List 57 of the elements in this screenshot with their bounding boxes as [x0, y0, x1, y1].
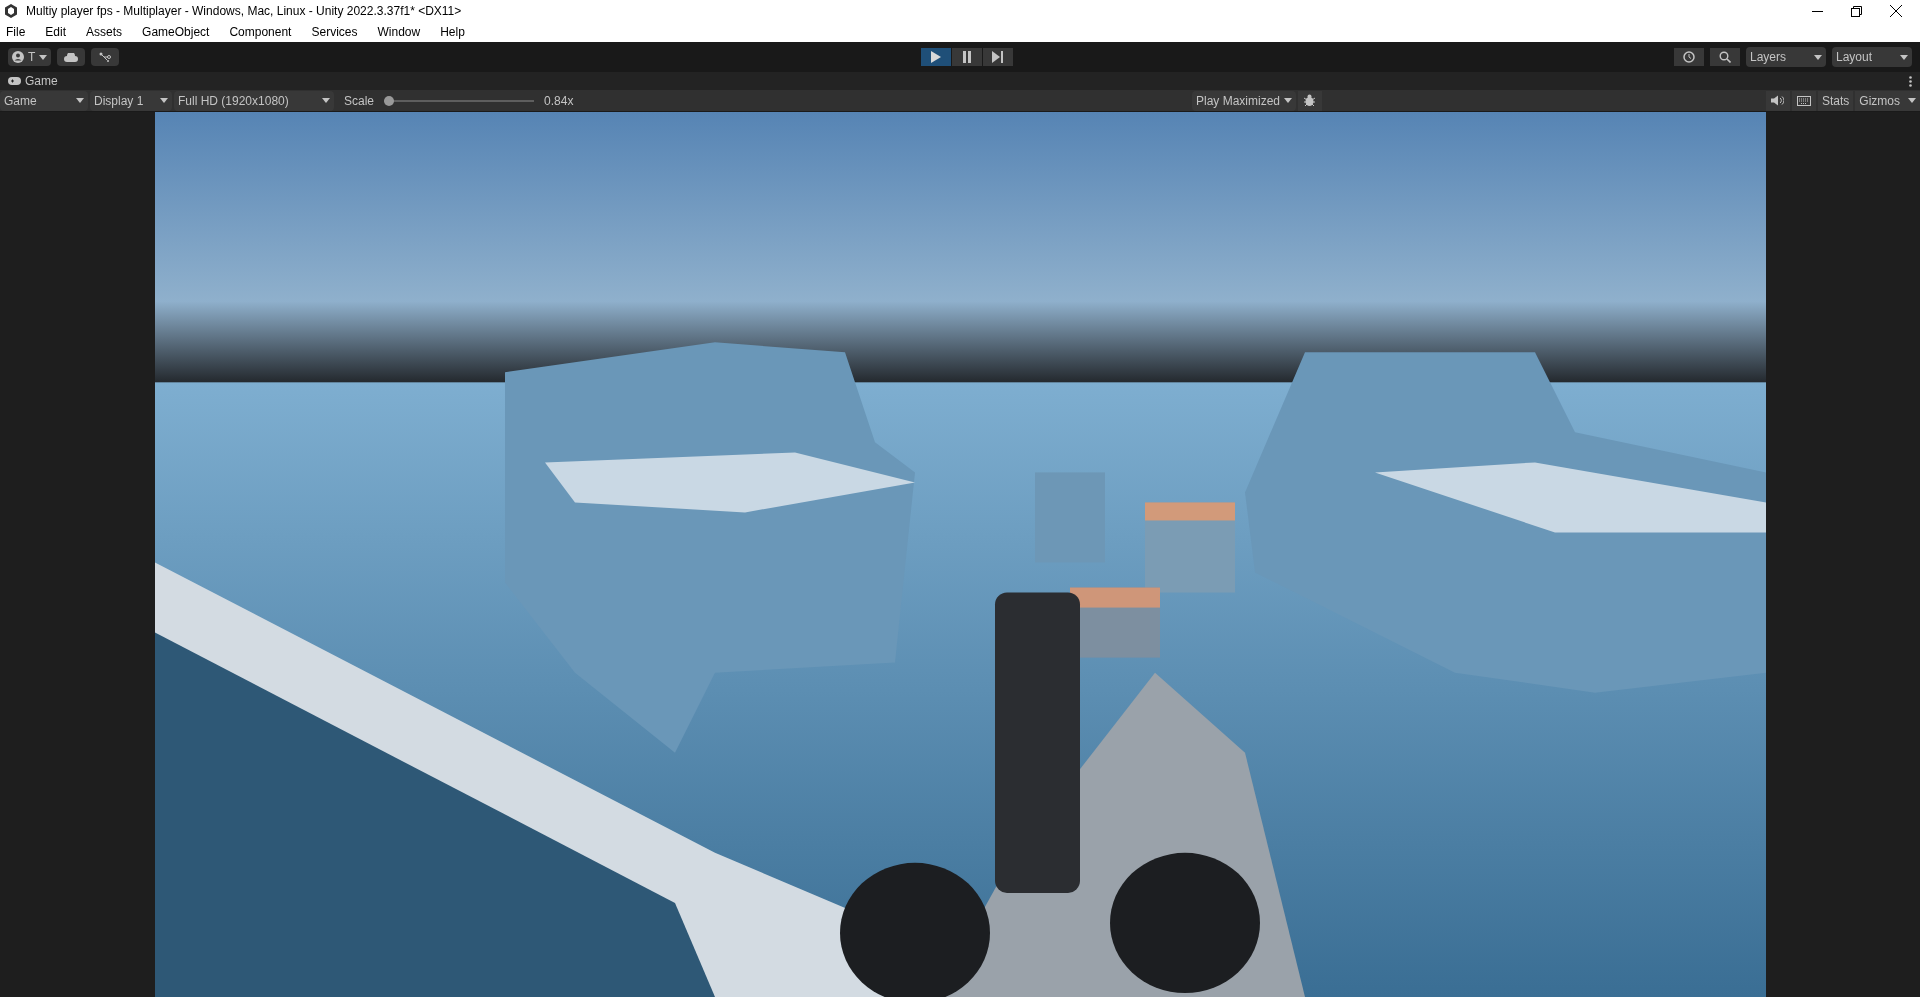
menu-item[interactable]: Services: [308, 23, 361, 41]
menu-item[interactable]: File: [3, 23, 29, 41]
gamepad-icon: [8, 77, 21, 85]
step-icon: [992, 51, 1004, 63]
search-button[interactable]: [1710, 48, 1740, 66]
layout-dropdown[interactable]: Layout: [1832, 47, 1912, 67]
keyboard-button[interactable]: [1791, 90, 1816, 111]
caret-icon: [76, 98, 84, 103]
play-icon: [931, 51, 941, 63]
window-title: Multiy player fps - Multiplayer - Windows, Mac, Linux - Unity 2022.3.37f1* <DX11>: [26, 3, 462, 20]
step-button[interactable]: [983, 48, 1013, 66]
scale-value: 0.84x: [544, 92, 574, 110]
menu-item[interactable]: GameObject: [139, 23, 213, 41]
caret-icon: [160, 98, 168, 103]
account-button[interactable]: T: [8, 48, 52, 66]
history-button[interactable]: [1674, 48, 1704, 66]
layers-dropdown[interactable]: Layers: [1746, 47, 1826, 67]
caret-icon: [1814, 54, 1822, 60]
more-options-icon[interactable]: [1909, 75, 1912, 87]
menu-item[interactable]: Edit: [42, 23, 70, 41]
caret-icon: [1283, 98, 1292, 103]
pause-button[interactable]: [952, 48, 982, 66]
caret-icon: [1908, 98, 1916, 103]
scale-slider[interactable]: [384, 95, 535, 106]
mute-button[interactable]: [1765, 90, 1790, 111]
search-icon: [1719, 51, 1731, 63]
game-tab[interactable]: Game: [8, 72, 58, 90]
caret-icon: [39, 54, 48, 60]
resolution-dropdown[interactable]: Full HD (1920x1080): [174, 90, 334, 111]
pause-icon: [962, 51, 972, 63]
scale-label: Scale: [344, 92, 375, 110]
caret-icon: [1900, 54, 1908, 60]
nodes-icon: [99, 52, 112, 62]
view-dropdown[interactable]: Game: [0, 90, 88, 111]
account-icon: [12, 51, 24, 63]
keyboard-icon: [1796, 95, 1811, 106]
display-dropdown[interactable]: Display 1: [90, 90, 172, 111]
menu-item[interactable]: Assets: [83, 23, 126, 41]
slider-thumb[interactable]: [384, 95, 395, 106]
speaker-icon: [1771, 95, 1785, 106]
cloud-icon: [64, 52, 79, 62]
restore-icon[interactable]: [1851, 5, 1862, 17]
history-icon: [1683, 51, 1695, 63]
close-icon[interactable]: [1890, 5, 1902, 17]
menu-item[interactable]: Component: [226, 23, 295, 41]
menu-item[interactable]: Help: [437, 23, 468, 41]
menu-item[interactable]: Window: [374, 23, 424, 41]
caret-icon: [322, 98, 330, 103]
play-mode-dropdown[interactable]: Play Maximized: [1191, 90, 1296, 111]
bug-icon: [1303, 94, 1317, 107]
cloud-button[interactable]: [57, 48, 86, 66]
collab-button[interactable]: [91, 48, 120, 66]
gizmos-button[interactable]: Gizmos: [1855, 90, 1920, 111]
play-button[interactable]: [921, 48, 951, 66]
app-logo-icon: [4, 4, 18, 18]
stats-button[interactable]: Stats: [1817, 90, 1854, 111]
debug-button[interactable]: [1297, 90, 1322, 111]
